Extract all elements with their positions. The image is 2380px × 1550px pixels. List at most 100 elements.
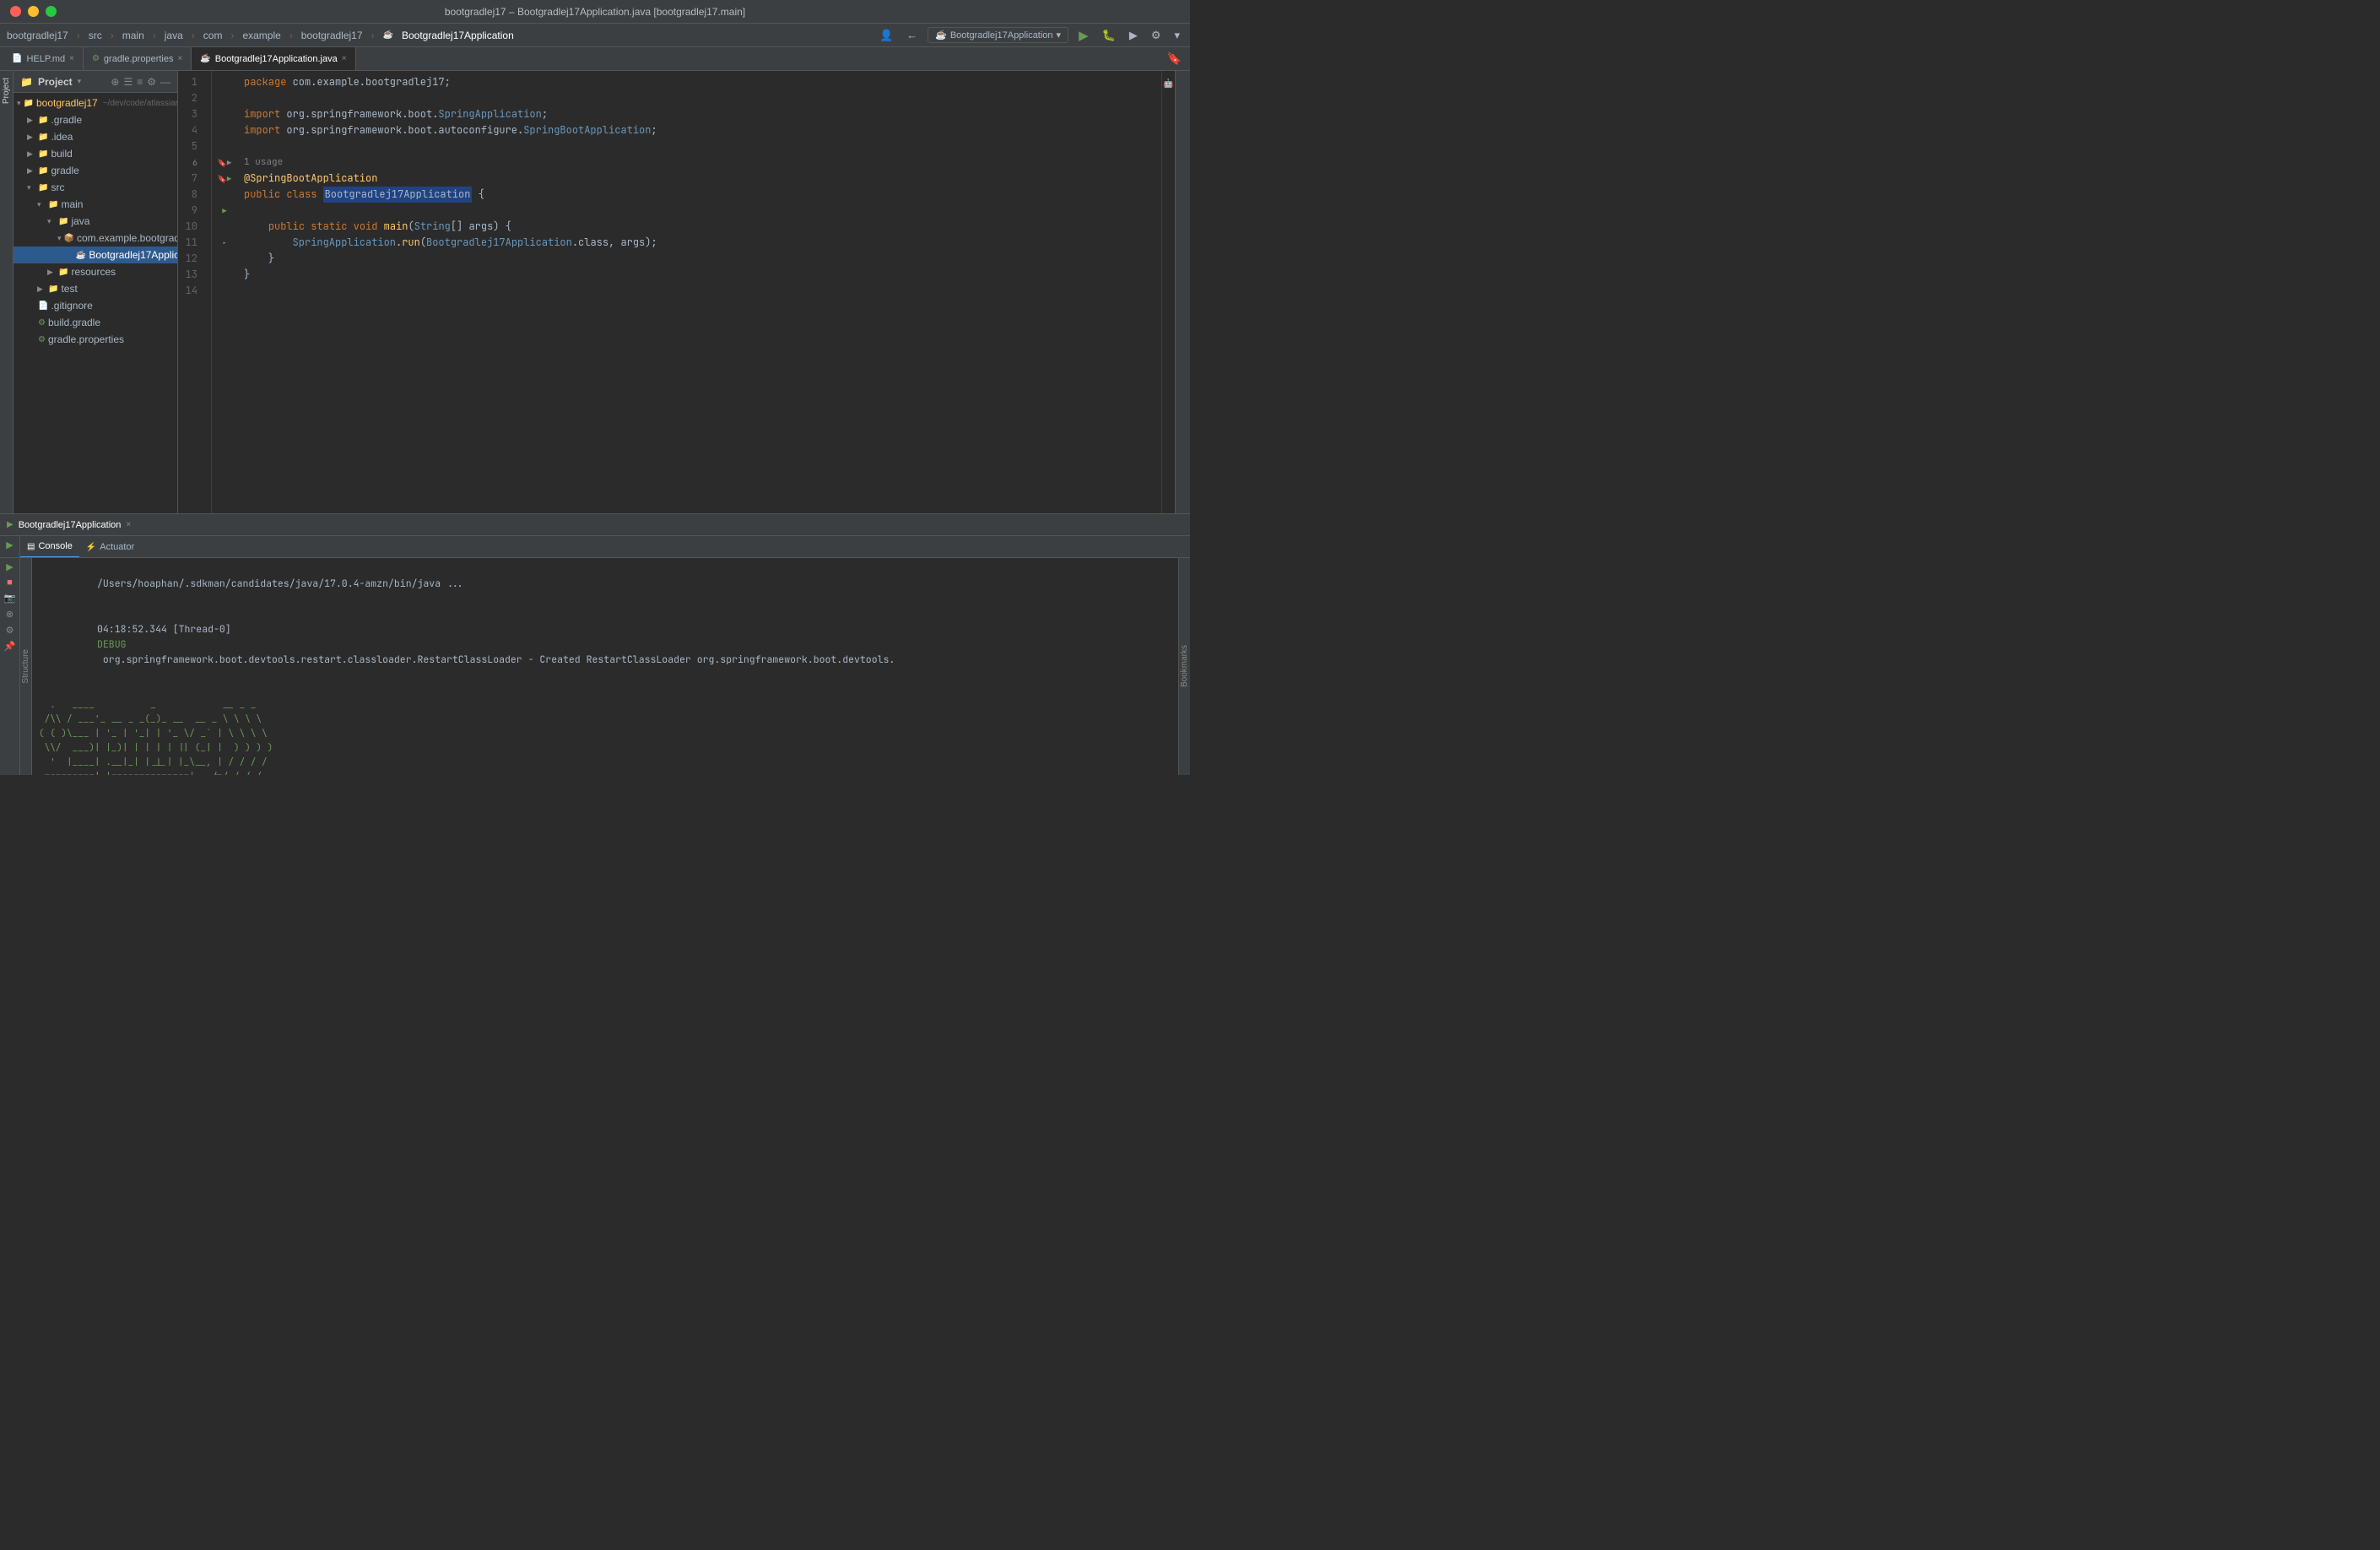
right-vertical-tabs bbox=[1175, 71, 1190, 513]
breadcrumb-example[interactable]: example bbox=[242, 30, 280, 41]
actuator-tab-label: Actuator bbox=[100, 542, 134, 552]
gutter-4 bbox=[212, 122, 237, 138]
collapse-icon[interactable]: ▸ bbox=[222, 238, 226, 248]
run-panel-close[interactable]: × bbox=[126, 520, 131, 529]
close-gradle-tab[interactable]: × bbox=[177, 54, 182, 63]
tree-item-test[interactable]: ▶ 📁 test bbox=[14, 280, 177, 297]
breadcrumb-com[interactable]: com bbox=[203, 30, 223, 41]
indent-11 bbox=[244, 235, 293, 251]
editor-toolbar-right: 🔖 bbox=[1166, 47, 1190, 70]
panel-icon-2[interactable]: ☰ bbox=[123, 76, 133, 88]
panel-icon-1[interactable]: ⊕ bbox=[111, 76, 119, 88]
console-scroll-icon[interactable]: 📷 bbox=[4, 593, 16, 604]
bookmarks-label[interactable]: Bookmarks bbox=[1178, 642, 1190, 691]
folder-icon: 📁 bbox=[20, 76, 33, 88]
breadcrumb-package[interactable]: bootgradlej17 bbox=[301, 30, 363, 41]
console-wrap-icon[interactable]: ⚙ bbox=[6, 625, 14, 636]
close-main-tab[interactable]: × bbox=[342, 54, 347, 63]
code-line-10: public static void main ( String [] args… bbox=[244, 219, 1161, 235]
minimize-button[interactable] bbox=[28, 6, 39, 17]
tree-item-resources[interactable]: ▶ 📁 resources bbox=[14, 263, 177, 280]
project-panel: 📁 Project ▾ ⊕ ☰ ≡ ⚙ — ▾ 📁 bootgradlej17 … bbox=[14, 71, 178, 513]
breadcrumb-project[interactable]: bootgradlej17 bbox=[7, 30, 68, 41]
code-line-8: public class Bootgradlej17Application { bbox=[244, 187, 1161, 203]
code-lines[interactable]: package com.example.bootgradlej17 ; impo… bbox=[237, 71, 1161, 513]
tree-item-java[interactable]: ▾ 📁 java bbox=[14, 213, 177, 230]
run-gutter-7[interactable]: ▶ bbox=[227, 174, 231, 184]
file-tab-gradle-props[interactable]: ⚙ gradle.properties × bbox=[84, 47, 192, 70]
line-num-8: 8 bbox=[178, 187, 204, 203]
tree-item-main[interactable]: ▾ 📁 main bbox=[14, 196, 177, 213]
java-chevron: ▾ bbox=[47, 217, 56, 226]
run-gutter-9[interactable]: ▶ bbox=[222, 206, 226, 216]
project-chevron[interactable]: ▾ bbox=[78, 77, 82, 86]
panel-icon-4[interactable]: ⚙ bbox=[147, 76, 156, 88]
maximize-button[interactable] bbox=[46, 6, 57, 17]
tree-item-build[interactable]: ▶ 📁 build bbox=[14, 145, 177, 162]
tree-item-main-class[interactable]: ▶ ☕ Bootgradlej17Application bbox=[14, 247, 177, 263]
console-clear-icon[interactable]: ⊗ bbox=[6, 609, 14, 620]
tree-item-package[interactable]: ▾ 📦 com.example.bootgradlej17 bbox=[14, 230, 177, 247]
close-button[interactable] bbox=[10, 6, 21, 17]
main-layout: Project 📁 Project ▾ ⊕ ☰ ≡ ⚙ — ▾ bbox=[0, 71, 1190, 513]
console-stop-icon[interactable]: ■ bbox=[7, 577, 13, 588]
bookmark-gutter-icon: 🔖 bbox=[218, 158, 227, 168]
run-left-run-icon[interactable]: ▶ bbox=[6, 539, 13, 550]
dot-run: . bbox=[396, 235, 402, 251]
tree-item-src[interactable]: ▾ 📁 src bbox=[14, 179, 177, 196]
run-button[interactable]: ▶ bbox=[1075, 26, 1092, 45]
line-num-5: 5 bbox=[178, 138, 204, 154]
help-tab-icon: 📄 bbox=[12, 54, 22, 63]
panel-icon-3[interactable]: ≡ bbox=[137, 76, 143, 88]
file-tab-main-class[interactable]: ☕ Bootgradlej17Application.java × bbox=[192, 47, 355, 70]
keyword-static: static bbox=[311, 219, 353, 235]
main-icon: 📁 bbox=[48, 200, 58, 209]
bookmark-icon[interactable]: 🔖 bbox=[1166, 50, 1183, 68]
run-panel: ▶ Bootgradlej17Application × ▶ ⬇ ▤ Conso… bbox=[0, 513, 1190, 775]
breadcrumb-sep-5: › bbox=[230, 30, 234, 41]
debug-button[interactable]: 🐛 bbox=[1099, 27, 1119, 44]
method-paren-close: ) { bbox=[493, 219, 511, 235]
tree-item-gradle[interactable]: ▶ 📁 gradle bbox=[14, 162, 177, 179]
more-run-options[interactable]: ▾ bbox=[1171, 27, 1183, 44]
breadcrumb-class[interactable]: Bootgradlej17Application bbox=[402, 30, 514, 41]
project-tab[interactable]: Project bbox=[0, 74, 13, 107]
code-line-14 bbox=[244, 283, 1161, 299]
tab-actuator[interactable]: ⚡ Actuator bbox=[79, 536, 141, 557]
panel-icon-5[interactable]: — bbox=[160, 76, 170, 88]
main-chevron: ▾ bbox=[37, 200, 46, 209]
back-icon[interactable]: ← bbox=[903, 27, 921, 43]
src-label: src bbox=[51, 182, 64, 193]
breadcrumb-sep-4: › bbox=[192, 30, 195, 41]
build-gradle-icon: ⚙ bbox=[38, 318, 46, 328]
tree-item-gradle-props[interactable]: ▶ ⚙ gradle.properties bbox=[14, 331, 177, 348]
class-dot: .class, bbox=[572, 235, 621, 251]
breadcrumb-java[interactable]: java bbox=[165, 30, 183, 41]
window-controls[interactable] bbox=[10, 6, 57, 17]
gutter-5 bbox=[212, 138, 237, 154]
console-run-icon[interactable]: ▶ bbox=[6, 561, 13, 572]
tree-item-gitignore[interactable]: ▶ 📄 .gitignore bbox=[14, 297, 177, 314]
build-label: build bbox=[51, 148, 72, 160]
run-left-scroll-icon[interactable]: ⬇ bbox=[6, 556, 14, 557]
git-icon[interactable]: 👤 bbox=[876, 27, 896, 44]
tab-console[interactable]: ▤ Console bbox=[20, 536, 79, 557]
tree-item-idea[interactable]: ▶ 📁 .idea bbox=[14, 128, 177, 145]
root-label: bootgradlej17 bbox=[36, 97, 98, 109]
close-help-tab[interactable]: × bbox=[69, 54, 74, 63]
tree-item-gradle-dir[interactable]: ▶ 📁 .gradle bbox=[14, 111, 177, 128]
console-content[interactable]: /Users/hoaphan/.sdkman/candidates/java/1… bbox=[32, 558, 1178, 775]
console-pin-icon[interactable]: 📌 bbox=[4, 641, 16, 652]
tree-item-build-gradle[interactable]: ▶ ⚙ build.gradle bbox=[14, 314, 177, 331]
ai-icon[interactable]: 🤖 bbox=[1163, 78, 1173, 89]
run-coverage-button[interactable]: ▶ bbox=[1126, 27, 1141, 44]
breadcrumb-main[interactable]: main bbox=[122, 30, 144, 41]
gutter-10 bbox=[212, 219, 237, 235]
tree-item-root[interactable]: ▾ 📁 bootgradlej17 ~/dev/code/atlassian-c… bbox=[14, 95, 177, 111]
run-config-button[interactable]: ☕ Bootgradlej17Application ▾ bbox=[928, 27, 1068, 43]
file-tab-help[interactable]: 📄 HELP.md × bbox=[3, 47, 84, 70]
structure-label[interactable]: Structure bbox=[19, 646, 32, 687]
breadcrumb-src[interactable]: src bbox=[89, 30, 102, 41]
build-button[interactable]: ⚙ bbox=[1148, 27, 1165, 44]
gitignore-icon: 📄 bbox=[38, 301, 48, 311]
